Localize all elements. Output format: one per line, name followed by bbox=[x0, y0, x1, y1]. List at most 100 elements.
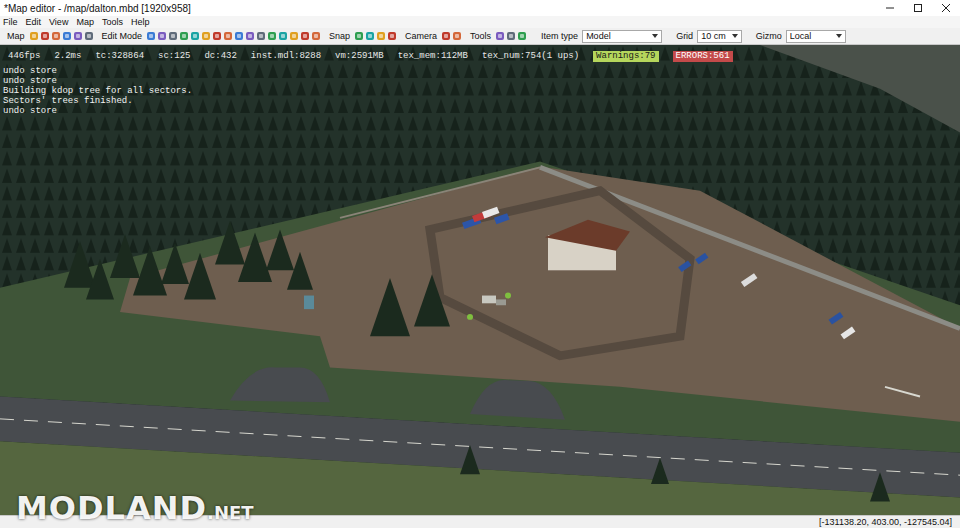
menu-item[interactable]: Help bbox=[131, 16, 150, 28]
dropdown-arrow-icon bbox=[836, 34, 842, 38]
tool-icon[interactable] bbox=[62, 31, 72, 41]
tool-icon[interactable] bbox=[376, 31, 386, 41]
watermark-suffix: .NET bbox=[207, 503, 253, 523]
minimize-button[interactable] bbox=[876, 0, 904, 16]
tool-icon[interactable] bbox=[168, 31, 178, 41]
tool-icon[interactable] bbox=[441, 31, 451, 41]
pine-tree bbox=[651, 458, 669, 484]
pine-tree bbox=[266, 230, 294, 271]
tool-icon[interactable] bbox=[234, 31, 244, 41]
tool-icon[interactable] bbox=[517, 31, 527, 41]
tool-icon[interactable] bbox=[354, 31, 364, 41]
tool-icon[interactable] bbox=[73, 31, 83, 41]
tool-icon[interactable] bbox=[146, 31, 156, 41]
tool-icon[interactable] bbox=[190, 31, 200, 41]
console-log: undo storeundo storeBuilding kdop tree f… bbox=[3, 66, 192, 116]
dropdown[interactable]: Model bbox=[582, 30, 662, 43]
toolbar-label: Map bbox=[7, 31, 25, 41]
dirt-clearing bbox=[120, 166, 960, 421]
toolbar-group bbox=[354, 31, 397, 41]
toolbar-field: Item type Model bbox=[537, 30, 662, 43]
driveway bbox=[470, 380, 565, 420]
stat-item: 446fps bbox=[8, 51, 40, 62]
dropdown-label: Item type bbox=[541, 31, 578, 41]
toolbar-group bbox=[29, 31, 94, 41]
tool-icon[interactable] bbox=[157, 31, 167, 41]
maximize-icon bbox=[913, 3, 923, 13]
stat-item: 2.2ms bbox=[54, 51, 81, 62]
dropdown-arrow-icon bbox=[652, 34, 658, 38]
maximize-button[interactable] bbox=[904, 0, 932, 16]
tool-icon[interactable] bbox=[256, 31, 266, 41]
truck bbox=[741, 273, 758, 287]
pine-tree bbox=[287, 252, 313, 290]
tool-icon[interactable] bbox=[40, 31, 50, 41]
truck bbox=[841, 327, 856, 340]
console-line: undo store bbox=[3, 66, 192, 76]
close-button[interactable] bbox=[932, 0, 960, 16]
toolbar-label: Snap bbox=[329, 31, 350, 41]
status-bar: [-131138.20, 403.00, -127545.04] bbox=[0, 515, 960, 528]
tool-icon[interactable] bbox=[179, 31, 189, 41]
toolbar-label: Camera bbox=[405, 31, 437, 41]
dropdown-label: Gizmo bbox=[756, 31, 782, 41]
pine-tree bbox=[133, 246, 167, 296]
toolbar-group bbox=[146, 31, 321, 41]
tool-icon[interactable] bbox=[495, 31, 505, 41]
menu-item[interactable]: View bbox=[49, 16, 68, 28]
viewport-3d[interactable]: 446fps 2.2ms tc:328864 sc:125 dc:432 inst.mdl… bbox=[0, 45, 960, 515]
pine-tree bbox=[370, 278, 410, 336]
stat-item: vm:2591MB bbox=[335, 51, 384, 62]
tool-icon[interactable] bbox=[300, 31, 310, 41]
stat-item: tex_mem:112MB bbox=[398, 51, 468, 62]
menu-item[interactable]: Map bbox=[76, 16, 94, 28]
tool-icon[interactable] bbox=[212, 31, 222, 41]
tool-icon[interactable] bbox=[84, 31, 94, 41]
tool-icon[interactable] bbox=[223, 31, 233, 41]
stat-item: tc:328864 bbox=[95, 51, 144, 62]
stat-item: dc:432 bbox=[204, 51, 236, 62]
tool-icon[interactable] bbox=[51, 31, 61, 41]
tool-icon[interactable] bbox=[387, 31, 397, 41]
container bbox=[482, 207, 499, 219]
watermark-brand: MODLAND bbox=[16, 490, 207, 526]
dropdown[interactable]: 10 cm bbox=[697, 30, 742, 43]
toolbar-group bbox=[495, 31, 527, 41]
mountain bbox=[760, 45, 960, 132]
toolbar-field: Gizmo Local bbox=[752, 30, 846, 43]
pine-tree bbox=[460, 445, 480, 474]
tool-icon[interactable] bbox=[506, 31, 516, 41]
lower-grass bbox=[0, 441, 960, 515]
menu-item[interactable]: Edit bbox=[26, 16, 42, 28]
tool-icon[interactable] bbox=[201, 31, 211, 41]
toolbar-field: Grid10 cm bbox=[672, 30, 742, 43]
console-line: undo store bbox=[3, 76, 192, 86]
tool-icon[interactable] bbox=[267, 31, 277, 41]
pine-tree bbox=[215, 221, 245, 265]
stat-item: inst.mdl:8288 bbox=[251, 51, 321, 62]
window-title: *Map editor - /map/dalton.mbd [1920x958] bbox=[4, 3, 191, 14]
tool-icon[interactable] bbox=[452, 31, 462, 41]
tool-icon[interactable] bbox=[311, 31, 321, 41]
tool-icon[interactable] bbox=[365, 31, 375, 41]
pine-tree bbox=[110, 234, 140, 278]
cursor-coordinates: [-131138.20, 403.00, -127545.04] bbox=[819, 517, 952, 527]
tool-icon[interactable] bbox=[29, 31, 39, 41]
toolbar-label: Edit Mode bbox=[102, 31, 143, 41]
scene-render bbox=[0, 45, 960, 515]
console-line: Building kdop tree for all sectors. bbox=[3, 86, 192, 96]
stat-item: tex_num:754(1 ups) bbox=[482, 51, 579, 62]
stat-item: Warnings:79 bbox=[593, 51, 658, 62]
tool-icon[interactable] bbox=[278, 31, 288, 41]
menu-bar: File Edit View Map Tools Help bbox=[0, 16, 960, 28]
stat-item: sc:125 bbox=[158, 51, 190, 62]
dropdown[interactable]: Local bbox=[786, 30, 846, 43]
tool-icon[interactable] bbox=[289, 31, 299, 41]
menu-item[interactable]: File bbox=[3, 16, 18, 28]
pine-tree bbox=[64, 241, 96, 288]
sign-post bbox=[885, 387, 920, 397]
pine-tree bbox=[184, 253, 216, 300]
menu-item[interactable]: Tools bbox=[102, 16, 123, 28]
tool-icon[interactable] bbox=[245, 31, 255, 41]
dropdown-value: 10 cm bbox=[701, 31, 726, 41]
